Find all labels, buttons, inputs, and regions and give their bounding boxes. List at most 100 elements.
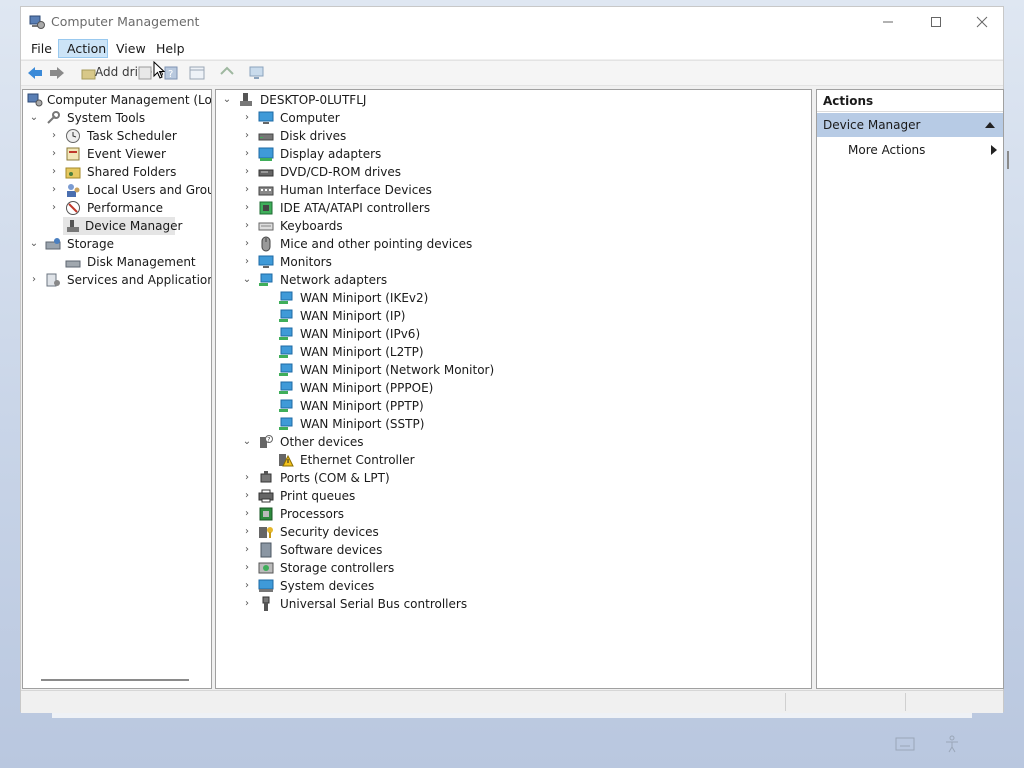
device-item-ide-ata-atapi-controllers[interactable]: › IDE ATA/ATAPI controllers — [218, 199, 618, 217]
device-item-wan-miniport-sstp[interactable]: WAN Miniport (SSTP) — [218, 415, 618, 433]
chevron-right-icon[interactable]: › — [49, 127, 59, 145]
local-users-label: Local Users and Groups — [87, 183, 211, 197]
scan-hardware-icon[interactable] — [249, 65, 265, 81]
tree-storage[interactable]: ⌄ Storage — [25, 235, 211, 253]
chevron-right-icon[interactable]: › — [242, 541, 252, 559]
maximize-button[interactable] — [913, 7, 959, 37]
menu-action[interactable]: Action — [58, 39, 108, 58]
device-item-system-devices[interactable]: › System devices — [218, 577, 618, 595]
device-category-network-adapters[interactable]: ⌄ Network adapters — [218, 271, 518, 289]
chevron-right-icon[interactable]: › — [242, 523, 252, 541]
chevron-down-icon[interactable]: ⌄ — [29, 109, 39, 127]
tree-services-applications[interactable]: › Services and Applications — [25, 271, 211, 289]
device-category-other-devices[interactable]: ⌄ ? Other devices — [218, 433, 518, 451]
chevron-right-icon[interactable]: › — [242, 145, 252, 163]
tree-disk-management[interactable]: Disk Management — [25, 253, 211, 271]
network-adapter-icon — [279, 345, 293, 358]
device-item-keyboards[interactable]: › Keyboards — [218, 217, 618, 235]
device-item-wan-miniport-pptp[interactable]: WAN Miniport (PPTP) — [218, 397, 618, 415]
actions-scrollbar[interactable] — [1007, 151, 1009, 169]
device-item-storage-controllers[interactable]: › Storage controllers — [218, 559, 618, 577]
forward-arrow-icon[interactable] — [49, 65, 65, 81]
device-item-monitors[interactable]: › Monitors — [218, 253, 618, 271]
disk-management-icon — [65, 260, 81, 268]
device-item-wan-miniport-l2tp[interactable]: WAN Miniport (L2TP) — [218, 343, 618, 361]
collapse-up-icon[interactable] — [985, 122, 995, 128]
tree-task-scheduler[interactable]: › Task Scheduler — [25, 127, 211, 145]
chevron-right-icon[interactable]: › — [242, 235, 252, 253]
menu-help[interactable]: Help — [152, 39, 189, 58]
device-ethernet-controller[interactable]: Ethernet Controller — [218, 451, 518, 469]
system-tools-label: System Tools — [67, 111, 146, 125]
device-item-wan-miniport-network-monitor[interactable]: WAN Miniport (Network Monitor) — [218, 361, 618, 379]
console-tree-icon[interactable] — [189, 65, 205, 81]
device-item-human-interface-devices[interactable]: › Human Interface Devices — [218, 181, 618, 199]
menu-view[interactable]: View — [112, 39, 150, 58]
chevron-right-icon[interactable]: › — [49, 163, 59, 181]
chevron-right-icon[interactable]: › — [49, 181, 59, 199]
display-adapter-icon — [258, 147, 274, 161]
device-item-computer[interactable]: › Computer — [218, 109, 618, 127]
chevron-right-icon[interactable]: › — [242, 217, 252, 235]
device-root[interactable]: ⌄ DESKTOP-0LUTFLJ — [218, 91, 418, 109]
device-item-processors[interactable]: › Processors — [218, 505, 618, 523]
chevron-right-icon[interactable]: › — [242, 469, 252, 487]
chevron-down-icon[interactable]: ⌄ — [222, 91, 232, 109]
chevron-down-icon[interactable]: ⌄ — [242, 433, 252, 451]
chevron-right-icon[interactable]: › — [242, 559, 252, 577]
device-item-wan-miniport-ikev2[interactable]: WAN Miniport (IKEv2) — [218, 289, 618, 307]
minimize-button[interactable] — [865, 7, 911, 37]
device-item-wan-miniport-ip[interactable]: WAN Miniport (IP) — [218, 307, 618, 325]
keyboard-icon[interactable] — [895, 737, 915, 751]
status-bar — [21, 690, 1003, 713]
more-actions-item[interactable]: More Actions — [817, 138, 1003, 162]
tree-local-users[interactable]: › Local Users and Groups — [25, 181, 211, 199]
chevron-right-icon[interactable]: › — [242, 505, 252, 523]
device-item-software-devices[interactable]: › Software devices — [218, 541, 618, 559]
tree-performance[interactable]: › Performance — [25, 199, 211, 217]
close-icon — [976, 16, 988, 28]
chevron-right-icon[interactable]: › — [49, 199, 59, 217]
chevron-down-icon[interactable]: ⌄ — [242, 271, 252, 289]
ports-icon — [260, 471, 272, 483]
device-item-security-devices[interactable]: › Security devices — [218, 523, 618, 541]
device-item-universal-serial-bus-controllers[interactable]: › Universal Serial Bus controllers — [218, 595, 618, 613]
tree-system-tools[interactable]: ⌄ System Tools — [25, 109, 211, 127]
update-driver-icon[interactable] — [219, 65, 235, 81]
chevron-right-icon[interactable]: › — [242, 127, 252, 145]
horizontal-scrollbar[interactable] — [41, 679, 189, 681]
chevron-right-icon[interactable]: › — [242, 487, 252, 505]
chevron-right-icon[interactable]: › — [29, 271, 39, 289]
device-item-disk-drives[interactable]: › Disk drives — [218, 127, 618, 145]
device-item-ports-com-lpt[interactable]: › Ports (COM & LPT) — [218, 469, 618, 487]
services-label: Services and Applications — [67, 273, 212, 287]
tree-root[interactable]: Computer Management (Local — [25, 91, 211, 109]
device-item-display-adapters[interactable]: › Display adapters — [218, 145, 618, 163]
chevron-right-icon[interactable]: › — [242, 199, 252, 217]
properties-icon[interactable] — [137, 65, 153, 81]
tree-shared-folders[interactable]: › Shared Folders — [25, 163, 211, 181]
actions-device-manager[interactable]: Device Manager — [817, 113, 1003, 137]
device-item-wan-miniport-pppoe[interactable]: WAN Miniport (PPPOE) — [218, 379, 618, 397]
chevron-right-icon[interactable]: › — [242, 163, 252, 181]
chevron-right-icon[interactable]: › — [242, 109, 252, 127]
device-item-wan-miniport-ipv6[interactable]: WAN Miniport (IPv6) — [218, 325, 618, 343]
device-item-mice-and-other-pointing-devices[interactable]: › Mice and other pointing devices — [218, 235, 618, 253]
close-button[interactable] — [959, 7, 1005, 37]
chevron-right-icon[interactable]: › — [242, 253, 252, 271]
chevron-right-icon[interactable]: › — [242, 595, 252, 613]
device-item-print-queues[interactable]: › Print queues — [218, 487, 618, 505]
chevron-right-icon[interactable]: › — [242, 577, 252, 595]
tree-event-viewer[interactable]: › Event Viewer — [25, 145, 211, 163]
back-arrow-icon[interactable] — [27, 65, 43, 81]
menu-file[interactable]: File — [27, 39, 56, 58]
chevron-right-icon[interactable]: › — [49, 145, 59, 163]
chevron-right-icon[interactable]: › — [242, 181, 252, 199]
device-item-label: Software devices — [280, 543, 383, 557]
help-icon[interactable]: ? — [163, 65, 179, 81]
chevron-down-icon[interactable]: ⌄ — [29, 235, 39, 253]
accessibility-icon[interactable] — [944, 735, 960, 753]
tree-device-manager[interactable]: Device Manager — [63, 217, 182, 235]
other-devices-label: Other devices — [280, 435, 364, 449]
device-item-dvd-cd-rom-drives[interactable]: › DVD/CD-ROM drives — [218, 163, 618, 181]
